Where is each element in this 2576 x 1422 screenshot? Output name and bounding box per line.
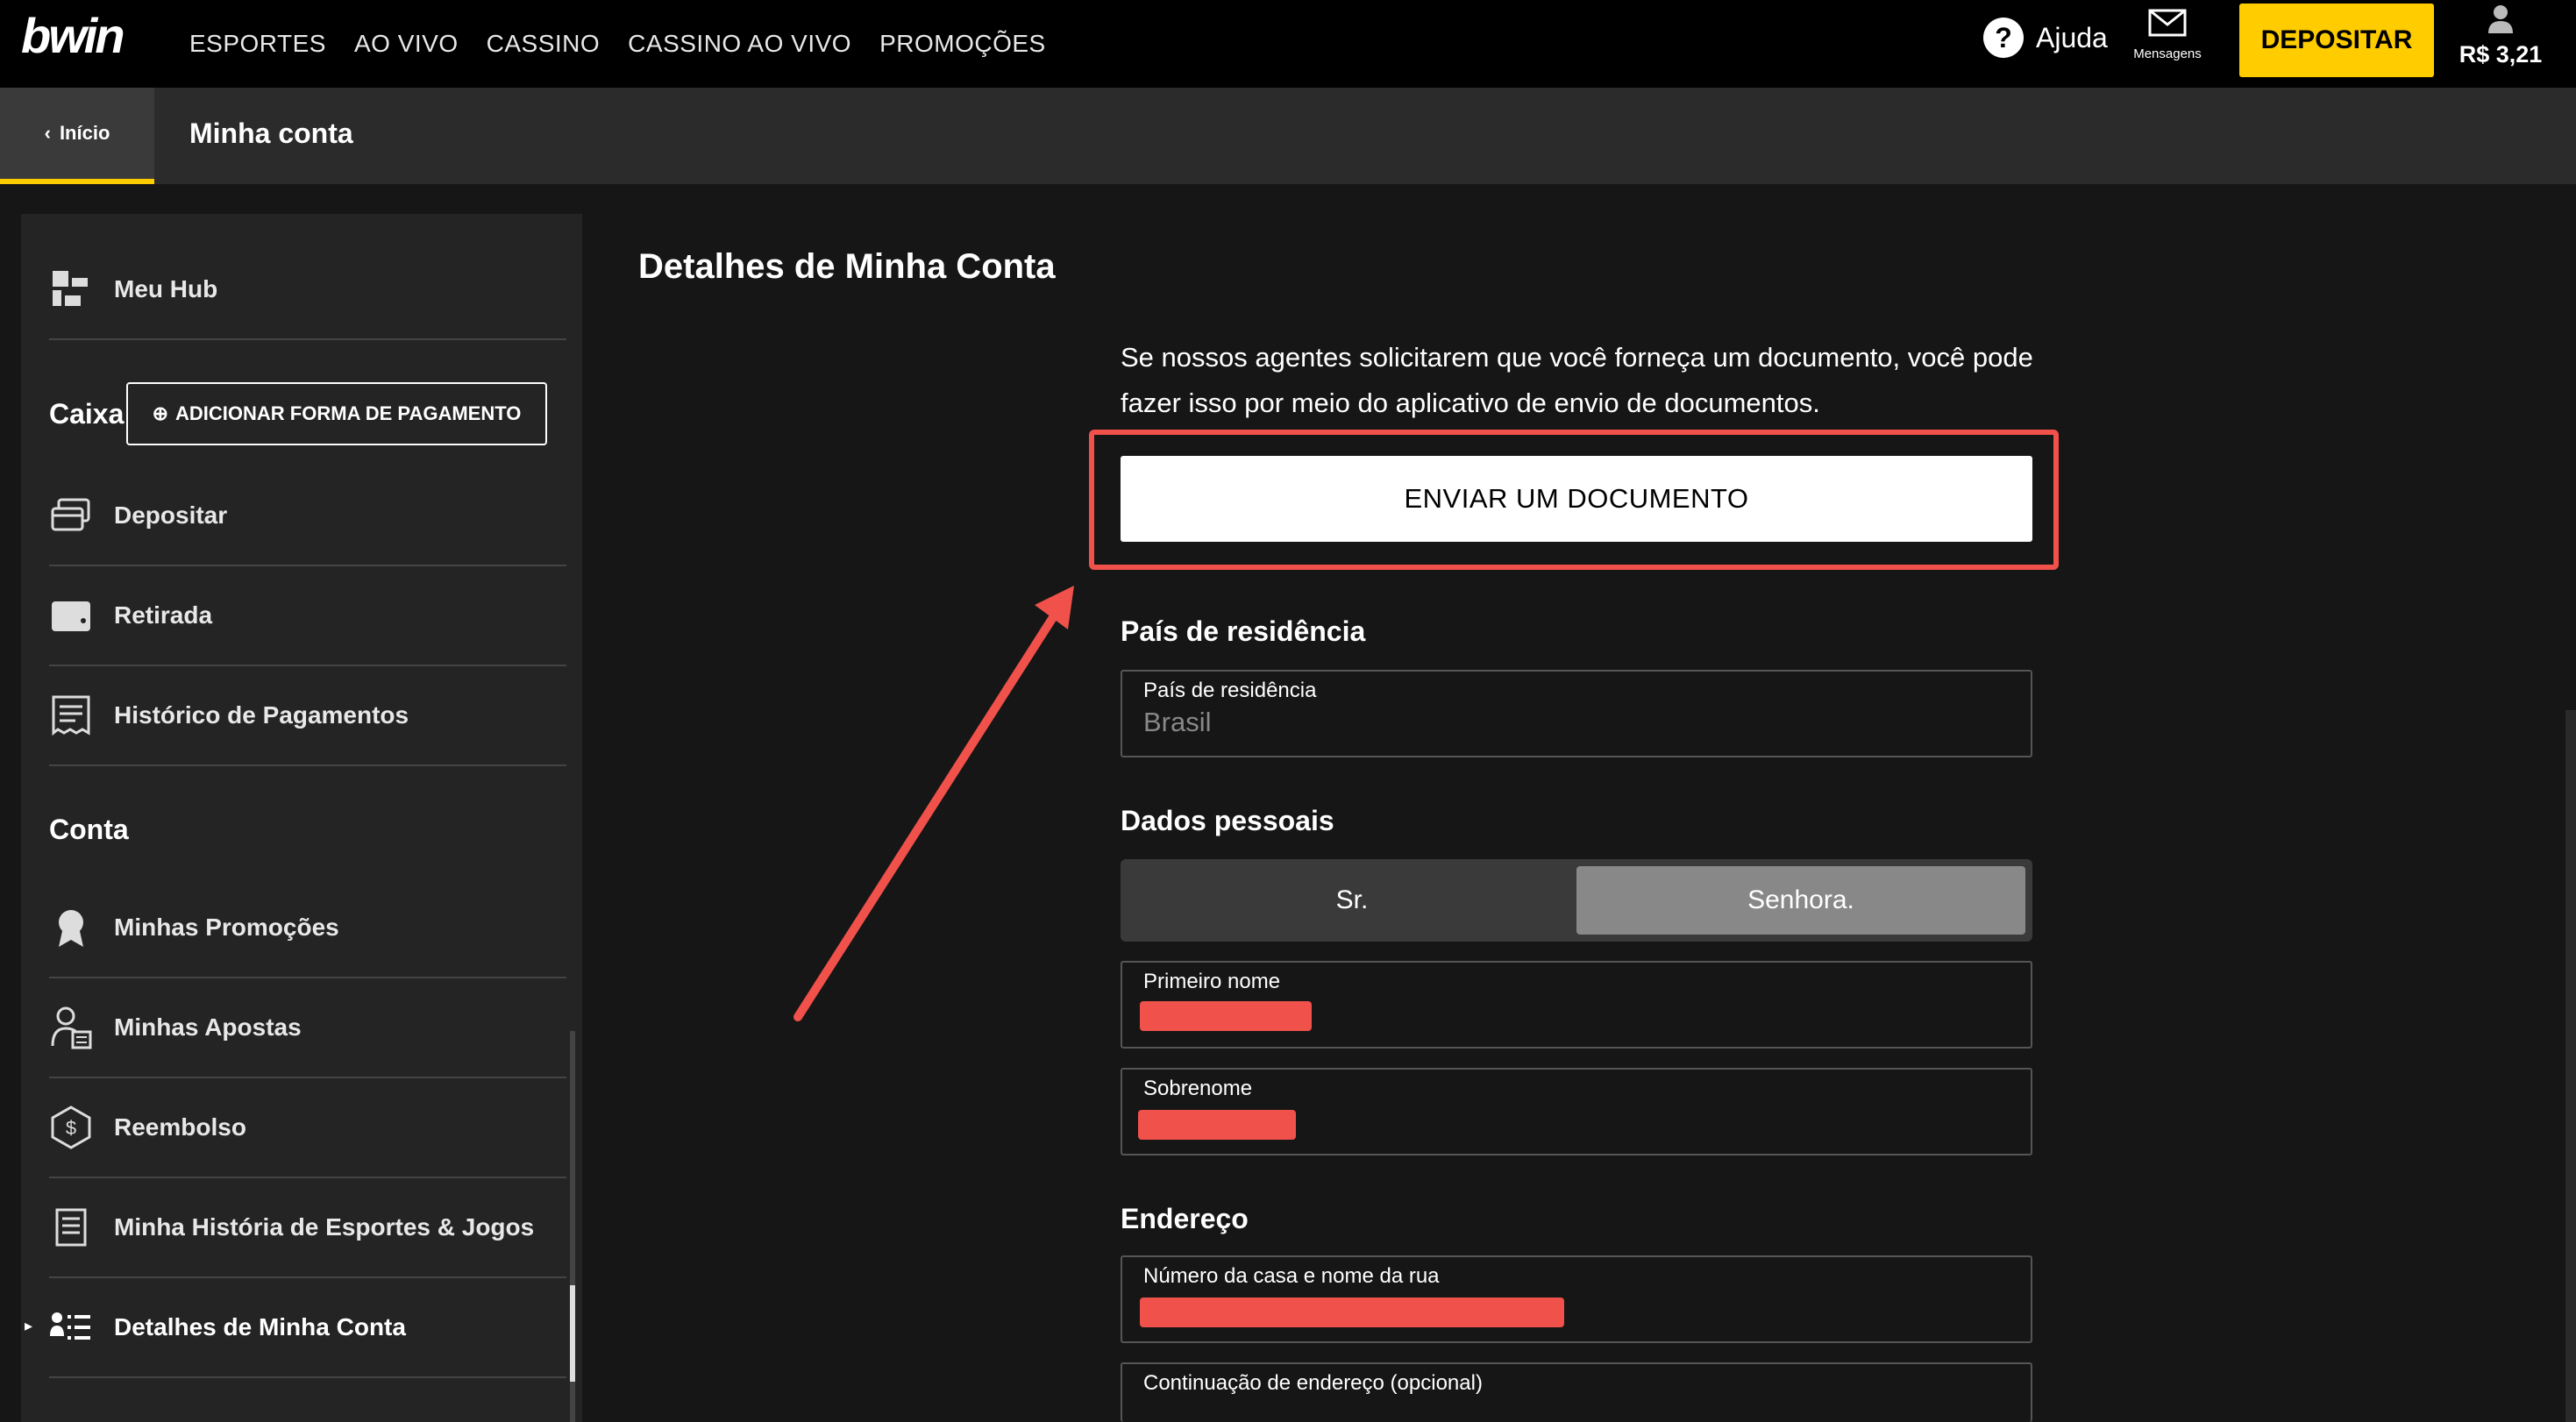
deposit-icon [49,494,93,537]
sidebar-item-promotions[interactable]: Minhas Promoções [49,878,566,978]
nav-esportes[interactable]: ESPORTES [189,30,326,58]
first-name-label: Primeiro nome [1143,970,1281,993]
salutation-toggle: Sr. Senhora. [1121,859,2032,942]
top-bar: bwin ESPORTES AO VIVO CASSINO CASSINO AO… [0,0,2576,88]
nav-ao-vivo[interactable]: AO VIVO [354,30,459,58]
wallet-icon [49,594,93,637]
annotation-arrow [793,586,1074,1021]
account-menu[interactable]: R$ 3,21 [2448,4,2553,68]
deposit-button[interactable]: DEPOSITAR [2239,4,2434,77]
badge-icon [49,906,93,949]
refund-icon: $ [49,1106,93,1149]
sidebar-item-label: Depositar [114,501,228,529]
page-scrollbar[interactable] [2565,710,2576,1422]
messages-label: Mensagens [2133,46,2202,61]
sidebar-item-deposit[interactable]: Depositar [49,466,566,566]
residence-label: País de residência [1143,679,1317,702]
section-title: Detalhes de Minha Conta [638,247,1056,286]
help-icon: ? [1983,18,2024,58]
address-heading: Endereço [1121,1203,1249,1234]
sidebar-item-hub[interactable]: Meu Hub [49,240,566,340]
sidebar-item-label: Minha História de Esportes & Jogos [114,1213,535,1241]
redaction-mark [1140,1001,1312,1031]
sidebar-item-label: Minhas Apostas [114,1013,302,1041]
nav-promocoes[interactable]: PROMOÇÕES [879,30,1046,58]
help-label: Ajuda [2036,21,2108,53]
bets-user-icon [49,1006,93,1049]
caret-right-icon: ▸ [25,1317,33,1334]
send-document-button[interactable]: ENVIAR UM DOCUMENTO [1121,456,2032,542]
sidebar-item-my-bets[interactable]: Minhas Apostas [49,978,566,1078]
account-heading: Conta [49,814,129,845]
last-name-label: Sobrenome [1143,1077,1253,1100]
card-icon: ⊕ [152,402,169,424]
svg-text:$: $ [66,1117,76,1139]
street-label: Número da casa e nome da rua [1143,1264,1440,1288]
user-icon [2488,5,2513,33]
nav-cassino[interactable]: CASSINO [487,30,601,58]
residence-value: Brasil [1143,707,1212,737]
envelope-icon [2148,9,2187,37]
sidebar-item-payment-history[interactable]: Histórico de Pagamentos [49,666,566,766]
residence-heading: País de residência [1121,615,1366,647]
sidebar-item-refund[interactable]: $ Reembolso [49,1078,566,1178]
sidebar-item-withdrawal[interactable]: Retirada [49,566,566,666]
personal-data-heading: Dados pessoais [1121,805,1334,836]
sidebar-item-account-details[interactable]: Detalhes de Minha Conta [49,1278,566,1378]
address2-label: Continuação de endereço (opcional) [1143,1371,1483,1395]
redaction-mark [1140,1298,1564,1327]
back-home-tab[interactable]: ‹ Início [0,88,154,184]
balance: R$ 3,21 [2459,41,2543,68]
address2-field[interactable]: Continuação de endereço (opcional) [1121,1362,2032,1422]
bwin-logo[interactable]: bwin [21,7,125,64]
salutation-option-sr[interactable]: Sr. [1128,866,1576,935]
sidebar-item-label: Minhas Promoções [114,914,339,941]
sidebar-scrollbar-thumb[interactable] [570,1285,575,1382]
document-list-icon [49,1205,93,1249]
sidebar-item-label: Meu Hub [114,275,218,302]
back-label: Início [59,122,110,144]
user-list-icon [49,1305,93,1349]
help-link[interactable]: ? Ajuda [1983,18,2108,58]
chevron-left-icon: ‹ [44,122,51,144]
last-name-field[interactable]: Sobrenome [1121,1068,2032,1155]
cashier-heading: Caixa [49,398,125,430]
sidebar-item-label: Histórico de Pagamentos [114,701,409,729]
add-payment-button[interactable]: ⊕ ADICIONAR FORMA DE PAGAMENTO [126,382,547,445]
salutation-option-senhora[interactable]: Senhora. [1576,866,2025,935]
hub-icon [49,267,93,311]
first-name-field[interactable]: Primeiro nome [1121,961,2032,1049]
messages-button[interactable]: Mensagens [2125,9,2210,61]
receipt-icon [49,693,93,737]
sub-bar: ‹ Início Minha conta [0,88,2576,184]
page-title: Minha conta [189,117,353,149]
account-sidebar: Meu Hub Caixa ⊕ ADICIONAR FORMA DE PAGAM… [21,214,582,1422]
add-payment-label: ADICIONAR FORMA DE PAGAMENTO [175,402,522,424]
nav-cassino-ao-vivo[interactable]: CASSINO AO VIVO [628,30,851,58]
sidebar-item-label: Detalhes de Minha Conta [114,1313,406,1340]
sidebar-item-label: Reembolso [114,1113,246,1141]
street-field[interactable]: Número da casa e nome da rua [1121,1255,2032,1343]
sidebar-item-history[interactable]: Minha História de Esportes & Jogos [49,1178,566,1278]
redaction-mark [1138,1110,1296,1140]
sidebar-item-label: Retirada [114,601,213,629]
main-nav: ESPORTES AO VIVO CASSINO CASSINO AO VIVO… [189,30,1074,58]
residence-field[interactable]: País de residência Brasil [1121,670,2032,757]
document-info-text: Se nossos agentes solicitarem que você f… [1121,342,2033,418]
